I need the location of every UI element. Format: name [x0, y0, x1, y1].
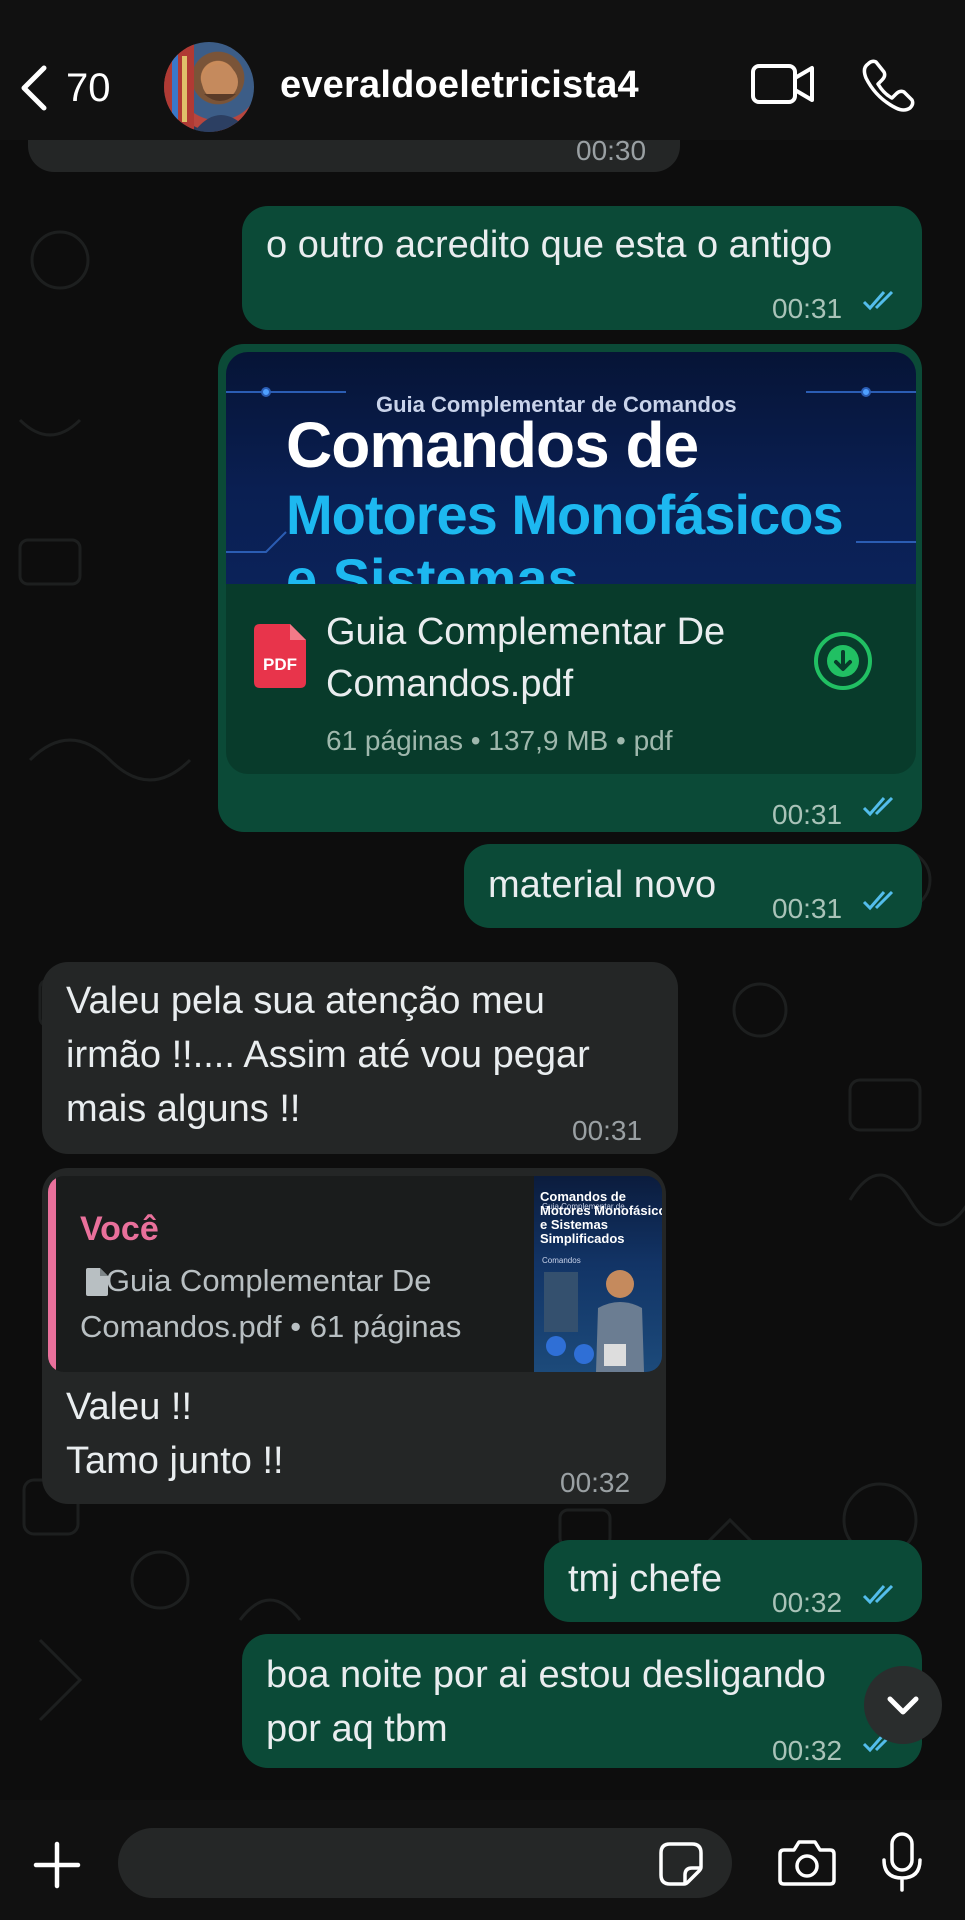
video-call-button-overlay[interactable]: [750, 58, 816, 115]
sticker-icon[interactable]: [658, 1841, 704, 1887]
composer-bar: [0, 1800, 965, 1920]
preview-title-line2: Motores Monofásicos: [286, 483, 844, 546]
message-outgoing[interactable]: boa noite por ai estou desligando por aq…: [242, 1634, 922, 1768]
message-time: 00:32: [560, 1467, 631, 1498]
message-incoming[interactable]: Valeu pela sua atenção meu irmão !!.... …: [42, 962, 678, 1154]
quote-text: Guia Complementar De Comandos.pdf • 61 p…: [80, 1263, 462, 1344]
message-text: o outro acredito que esta o antigo: [266, 224, 833, 266]
camera-icon[interactable]: [778, 1838, 836, 1888]
document-name: Guia Complementar De Comandos.pdf: [326, 611, 726, 705]
avatar-image: [164, 42, 250, 132]
document-meta: 61 páginas • 137,9 MB • pdf: [326, 725, 673, 756]
preview-title-line3: e Sistemas: [286, 547, 579, 585]
message-time: 00:31: [772, 893, 843, 924]
message-input[interactable]: [118, 1828, 732, 1898]
read-ticks-icon: [862, 796, 894, 817]
contact-name-overlay[interactable]: everaldoeletricista4: [280, 64, 639, 107]
message-text: tmj chefe: [568, 1558, 723, 1600]
preview-title-line1: Comandos de: [286, 409, 699, 481]
message-time: 00:31: [772, 293, 843, 324]
message-time: 00:31: [772, 799, 843, 830]
chevron-down-icon: [887, 1696, 919, 1715]
thumb-illustration: [544, 1270, 644, 1372]
video-call-icon: [751, 64, 814, 104]
message-time: 00:31: [572, 1115, 643, 1146]
message-time: 00:32: [772, 1587, 843, 1618]
phone-icon: [862, 59, 915, 112]
message-outgoing[interactable]: material novo 00:31: [464, 844, 922, 928]
back-button-overlay[interactable]: 70: [18, 60, 128, 116]
read-ticks-icon: [862, 1584, 894, 1605]
plus-icon[interactable]: [32, 1840, 82, 1890]
message-text: boa noite por ai estou desligando por aq…: [266, 1654, 826, 1750]
microphone-icon[interactable]: [880, 1832, 924, 1894]
message-incoming-reply[interactable]: Você Guia Complementar De Comandos.pdf •…: [42, 1168, 666, 1504]
scroll-to-bottom-button[interactable]: [864, 1666, 942, 1744]
message-text: Valeu !! Tamo junto !!: [66, 1386, 284, 1482]
reply-quote[interactable]: Você Guia Complementar De Comandos.pdf •…: [48, 1176, 662, 1372]
document-preview[interactable]: Guia Complementar de Comandos Comandos d…: [226, 352, 916, 584]
quote-author: Você: [80, 1210, 159, 1248]
read-ticks-icon: [862, 890, 894, 911]
voice-call-button-overlay[interactable]: [862, 58, 916, 117]
quote-bar: [48, 1176, 56, 1372]
read-ticks-icon: [862, 290, 894, 311]
quote-thumbnail: Guia Complementar de Comandos Comandos d…: [534, 1176, 662, 1372]
document-info[interactable]: PDF Guia Complementar De Comandos.pdf 61…: [226, 584, 916, 774]
pdf-file-icon: PDF: [254, 624, 306, 688]
download-icon[interactable]: [812, 630, 874, 692]
message-outgoing[interactable]: tmj chefe 00:32: [544, 1540, 922, 1622]
message-outgoing-document[interactable]: Guia Complementar de Comandos Comandos d…: [218, 344, 922, 832]
unread-count: 70: [66, 65, 111, 110]
message-text: material novo: [488, 864, 717, 906]
chevron-left-icon: [21, 65, 47, 111]
message-text: Valeu pela sua atenção meu irmão !!.... …: [66, 980, 590, 1130]
message-time: 00:32: [772, 1735, 843, 1766]
avatar-overlay[interactable]: [164, 42, 254, 132]
message-outgoing[interactable]: o outro acredito que esta o antigo 00:31: [242, 206, 922, 330]
pdf-label: PDF: [263, 655, 297, 674]
